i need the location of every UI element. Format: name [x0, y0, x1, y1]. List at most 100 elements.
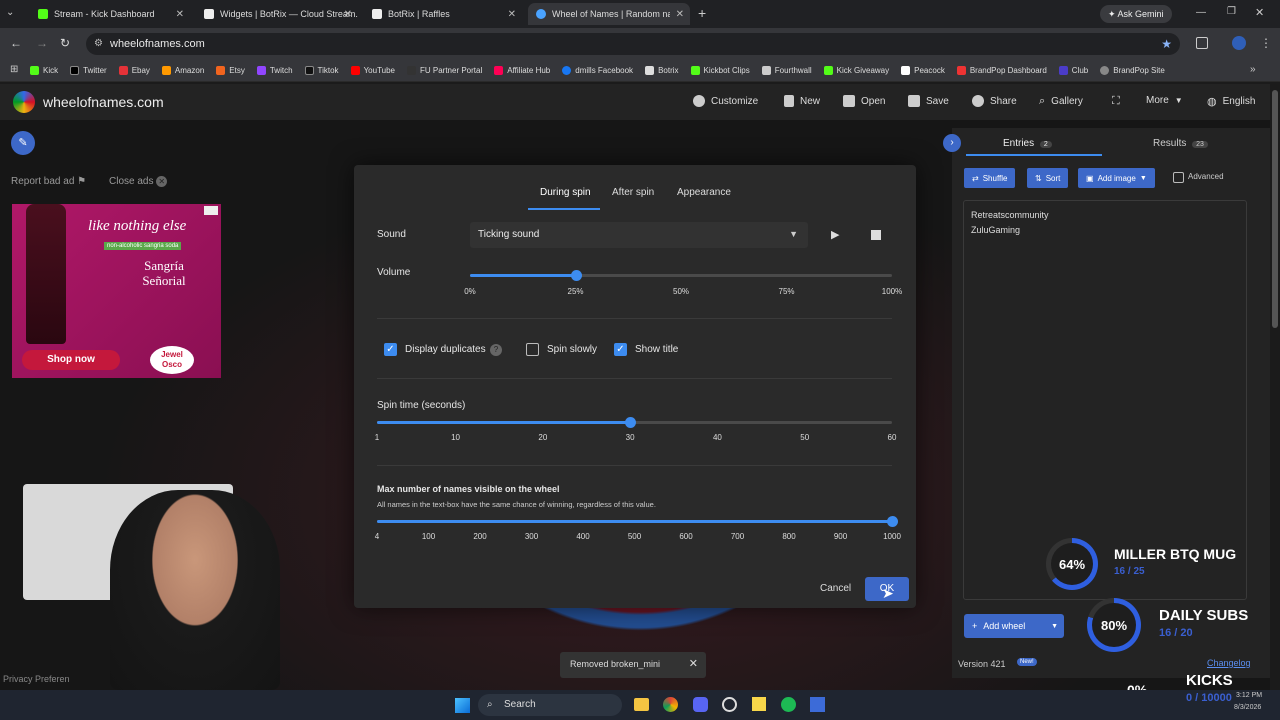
tab-during-spin[interactable]: During spin — [540, 187, 591, 198]
bookmark-peacock[interactable]: Peacock — [901, 66, 945, 75]
advanced-checkbox[interactable] — [1173, 172, 1184, 183]
bookmark-brandpop-dashboard[interactable]: BrandPop Dashboard — [956, 66, 1047, 75]
close-tab-icon[interactable]: ✕ — [508, 9, 516, 20]
tab-botrix-widgets[interactable]: Widgets | BotRix — Cloud Stream... ✕ — [196, 3, 358, 25]
ad-shop-now-button[interactable]: Shop now — [22, 350, 120, 370]
start-button[interactable] — [455, 698, 470, 713]
changelog-link[interactable]: Changelog — [1207, 658, 1251, 668]
max-names-slider-thumb[interactable] — [887, 516, 898, 527]
show-title-checkbox[interactable]: ✓ — [614, 343, 627, 356]
close-tab-icon[interactable]: ✕ — [676, 9, 684, 20]
report-bad-ad-link[interactable]: Report bad ad ⚑ — [11, 176, 86, 187]
max-names-slider[interactable] — [377, 516, 898, 527]
bookmark-brandpop-site[interactable]: BrandPop Site — [1100, 66, 1165, 75]
new-button[interactable]: New — [784, 95, 820, 107]
shuffle-button[interactable]: ⇄ Shuffle — [964, 168, 1016, 188]
bookmark-facebook[interactable]: dmills Facebook — [562, 66, 633, 75]
close-tab-icon[interactable]: ✕ — [344, 9, 352, 20]
edit-pencil-button[interactable]: ✎ — [11, 131, 35, 155]
bookmark-star-icon[interactable]: ★ — [1161, 33, 1172, 55]
bookmark-kickbot[interactable]: Kickbot Clips — [690, 66, 750, 75]
close-window-button[interactable]: ✕ — [1255, 6, 1264, 19]
close-tab-icon[interactable]: ✕ — [176, 9, 184, 20]
tab-kick-dashboard[interactable]: Stream - Kick Dashboard ✕ — [30, 3, 190, 25]
app-icon[interactable] — [810, 697, 825, 712]
tab-after-spin[interactable]: After spin — [612, 187, 654, 198]
bookmark-fu-partner[interactable]: FU Partner Portal — [407, 66, 482, 75]
bookmark-affiliate-hub[interactable]: Affiliate Hub — [494, 66, 550, 75]
language-button[interactable]: ◍ English — [1207, 95, 1255, 108]
page-scrollbar[interactable] — [1272, 90, 1278, 328]
sort-button[interactable]: ⇅ Sort — [1027, 168, 1069, 188]
gallery-button[interactable]: ⌕ Gallery — [1039, 95, 1083, 108]
privacy-preferences-link[interactable]: Privacy Preferen — [3, 674, 70, 684]
share-button[interactable]: Share — [972, 95, 1017, 107]
tab-list-icon[interactable]: ⌄ — [6, 7, 20, 21]
entries-textarea[interactable]: Retreatscommunity ZuluGaming — [963, 200, 1247, 600]
new-tab-button[interactable]: + — [698, 5, 706, 21]
taskbar-search[interactable]: ⌕ Search — [478, 694, 622, 716]
forward-icon[interactable]: → — [36, 36, 48, 50]
bookmark-ebay[interactable]: Ebay — [118, 66, 150, 75]
collapse-panel-button[interactable]: › — [943, 134, 961, 152]
spotify-icon[interactable] — [781, 697, 796, 712]
maximize-button[interactable]: ❐ — [1227, 6, 1236, 17]
spin-time-slider[interactable] — [377, 417, 892, 428]
sound-select[interactable]: Ticking sound ▼ — [470, 222, 808, 248]
reload-icon[interactable]: ↻ — [60, 36, 70, 50]
fullscreen-button[interactable]: ⛶ — [1112, 95, 1120, 108]
bookmark-kick-giveaway[interactable]: Kick Giveaway — [823, 66, 889, 75]
tab-wheel-of-names[interactable]: Wheel of Names | Random na... ✕ — [528, 3, 690, 25]
save-button[interactable]: Save — [908, 95, 949, 107]
minimize-button[interactable]: — — [1196, 7, 1206, 18]
site-info-icon[interactable]: ⚙ — [94, 33, 103, 55]
app-logo-text[interactable]: wheelofnames.com — [43, 94, 164, 110]
tab-appearance[interactable]: Appearance — [677, 187, 731, 198]
volume-slider[interactable] — [470, 270, 892, 281]
more-menu-button[interactable]: More ▼ — [1146, 95, 1183, 106]
close-ads-link[interactable]: Close ads ✕ — [109, 176, 168, 187]
bookmark-youtube[interactable]: YouTube — [350, 66, 395, 75]
bookmark-club[interactable]: Club — [1058, 66, 1088, 75]
spin-slowly-checkbox[interactable] — [526, 343, 539, 356]
file-explorer-icon[interactable] — [634, 698, 649, 711]
bookmark-kick[interactable]: Kick — [30, 66, 58, 75]
add-wheel-button[interactable]: + Add wheel ▼ — [964, 614, 1064, 638]
ask-gemini-button[interactable]: ✦ Ask Gemini — [1100, 5, 1172, 23]
adchoices-icon[interactable] — [204, 206, 218, 215]
add-image-button[interactable]: ▣ Add image ▼ — [1078, 168, 1155, 188]
bookmark-botrix[interactable]: Botrix — [645, 66, 679, 75]
obs-icon[interactable] — [722, 697, 737, 712]
advertisement-banner[interactable]: like nothing else non-alcoholic sangria … — [12, 204, 221, 378]
sticky-notes-icon[interactable] — [752, 697, 766, 711]
customize-button[interactable]: Customize — [693, 95, 758, 107]
play-sound-icon[interactable]: ▶ — [831, 228, 839, 241]
clock-time[interactable]: 3:12 PM — [1236, 692, 1262, 699]
apps-grid-icon[interactable]: ⊞ — [10, 64, 18, 75]
cancel-button[interactable]: Cancel — [820, 583, 851, 594]
bookmark-twitter[interactable]: Twitter — [70, 66, 107, 75]
bookmarks-overflow-icon[interactable]: » — [1250, 64, 1256, 75]
chrome-icon[interactable] — [663, 697, 678, 712]
browser-menu-icon[interactable]: ⋮ — [1260, 36, 1272, 50]
extensions-icon[interactable] — [1196, 37, 1208, 49]
open-button[interactable]: Open — [843, 95, 885, 107]
profile-avatar[interactable] — [1232, 36, 1246, 50]
bookmark-amazon[interactable]: Amazon — [161, 66, 204, 75]
close-toast-icon[interactable]: ✕ — [689, 657, 698, 670]
bookmark-tiktok[interactable]: Tiktok — [304, 66, 339, 75]
bookmark-fourthwall[interactable]: Fourthwall — [761, 66, 812, 75]
url-input[interactable]: ⚙ wheelofnames.com ★ — [86, 33, 1180, 55]
stop-sound-icon[interactable] — [871, 230, 881, 240]
tab-entries[interactable]: Entries 2 — [1003, 138, 1052, 149]
discord-icon[interactable] — [693, 697, 708, 712]
display-duplicates-checkbox[interactable]: ✓ — [384, 343, 397, 356]
bookmark-etsy[interactable]: Etsy — [216, 66, 245, 75]
back-icon[interactable]: ← — [10, 36, 22, 50]
bookmark-twitch[interactable]: Twitch — [256, 66, 293, 75]
volume-slider-thumb[interactable] — [570, 270, 582, 281]
tab-botrix-raffles[interactable]: BotRix | Raffles ✕ — [364, 3, 522, 25]
clock-date[interactable]: 8/3/2026 — [1234, 704, 1261, 711]
help-icon[interactable]: ? — [490, 344, 502, 356]
tab-results[interactable]: Results 23 — [1153, 138, 1208, 149]
